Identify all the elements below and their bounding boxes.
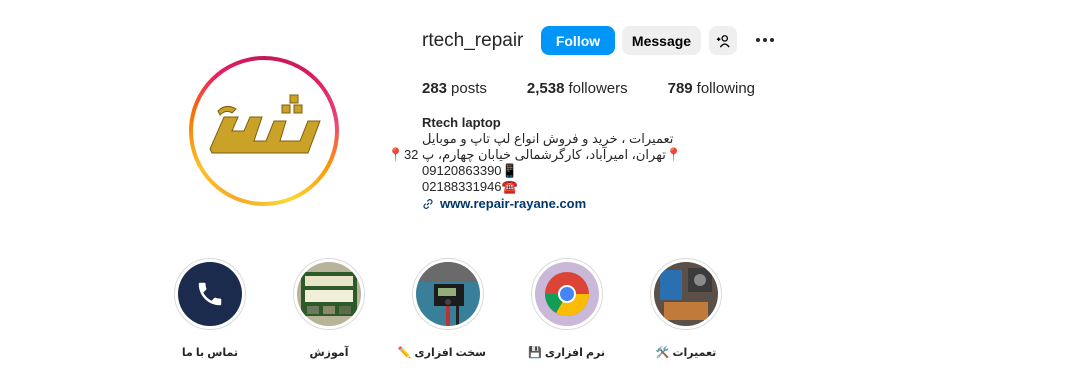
bio-line: 📱09120863390 [422,163,518,178]
message-button[interactable]: Message [622,26,701,55]
username: rtech_repair [422,30,524,51]
highlight-hardware[interactable]: سخت افزاری ✏️ [397,258,486,359]
hardware-photo-icon [416,262,480,326]
add-user-icon [716,34,730,48]
more-dot-icon [756,38,760,42]
highlight-software[interactable]: نرم افزاری 💾 [528,258,605,359]
more-dot-icon [770,38,774,42]
bio-line: ☎️02188331946 [422,179,518,194]
posts-stat: 283 posts [422,80,487,98]
link-icon [423,198,433,209]
highlight-ring [293,258,365,330]
highlight-cover [654,262,718,326]
highlight-cover [416,262,480,326]
highlight-education[interactable]: آموزش [291,258,367,359]
follow-button[interactable]: Follow [541,26,615,55]
following-label: following [696,80,756,97]
highlight-ring [650,258,722,330]
profile-avatar[interactable] [189,56,339,206]
highlight-label: نرم افزاری 💾 [528,347,605,359]
followers-stat[interactable]: 2,538 followers [527,80,628,98]
posts-label: posts [451,80,487,97]
more-dot-icon [763,38,767,42]
followers-label: followers [568,80,628,97]
bio-name: Rtech laptop [422,115,501,130]
highlight-ring [412,258,484,330]
following-stat[interactable]: 789 following [668,80,755,98]
repair-photo-icon [654,262,718,326]
highlight-label: تعمیرات 🛠️ [655,347,717,359]
highlight-label: تماس با ما [181,347,239,359]
bio-link[interactable]: www.repair-rayane.com [422,196,586,211]
bio-line: 📍تهران، امیرآباد، کارگرشمالی خیابان چهار… [387,147,682,162]
highlight-label: سخت افزاری ✏️ [397,347,486,359]
followers-count: 2,538 [526,80,565,97]
highlight-ring [531,258,603,330]
software-photo-icon [535,262,599,326]
highlight-label: آموزش [309,347,349,359]
avatar-inner [193,60,335,202]
highlight-cover [535,262,599,326]
following-count: 789 [667,80,693,97]
posts-count: 283 [422,80,448,97]
highlight-contact[interactable]: تماس با ما [172,258,248,359]
profile-stats: 283 posts 2,538 followers 789 following [422,80,795,98]
highlight-cover [297,262,361,326]
bio-text: تعمیرات ، خرید و فروش انواع لپ تاپ و موب… [387,131,682,195]
board-photo-icon [297,262,361,326]
more-options-button[interactable] [753,30,777,50]
highlight-cover [178,262,242,326]
highlight-ring [174,258,246,330]
avatar-logo [198,65,330,197]
add-user-button[interactable] [709,26,737,55]
rtech-logo-icon [209,94,321,154]
highlight-repairs[interactable]: تعمیرات 🛠️ [648,258,724,359]
bio-line: تعمیرات ، خرید و فروش انواع لپ تاپ و موب… [422,131,674,146]
phone-icon [198,282,222,306]
bio-link-text: www.repair-rayane.com [440,196,587,211]
